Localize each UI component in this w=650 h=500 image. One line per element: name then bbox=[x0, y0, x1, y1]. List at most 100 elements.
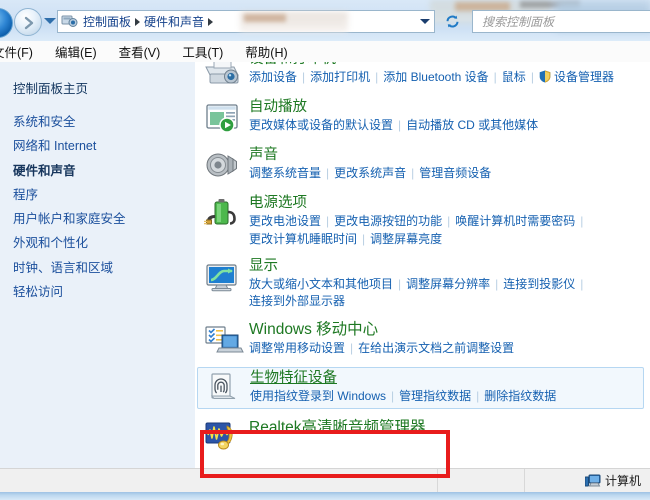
category-autoplay[interactable]: 自动播放 更改媒体或设备的默认设置 | 自动播放 CD 或其他媒体 bbox=[195, 97, 650, 137]
category-text: 生物特征设备 使用指纹登录到 Windows | 管理指纹数据 | 删除指纹数据 bbox=[250, 368, 643, 408]
link-mouse[interactable]: 鼠标 bbox=[502, 70, 526, 84]
category-text: 声音 调整系统音量 | 更改系统声音 | 管理音频设备 bbox=[249, 145, 650, 185]
link-delete-fingerprint-data[interactable]: 删除指纹数据 bbox=[484, 389, 556, 403]
category-power-options[interactable]: 电源选项 更改电池设置 | 更改电源按钮的功能 | 唤醒计算机时需要密码 | 更改计算机睡眠… bbox=[195, 193, 650, 248]
window-chrome: 控制面板 硬件和声音 搜索控制面板 bbox=[0, 0, 650, 41]
category-title[interactable]: 生物特征设备 bbox=[250, 369, 643, 387]
category-title[interactable]: 电源选项 bbox=[249, 194, 650, 212]
link-separator: | bbox=[530, 70, 534, 85]
autoplay-icon bbox=[200, 97, 246, 137]
sidebar-item-hardware-and-sound[interactable]: 硬件和声音 bbox=[13, 164, 195, 179]
category-title[interactable]: Realtek高清晰音频管理器 bbox=[249, 418, 650, 437]
category-display[interactable]: 显示 放大或缩小文本和其他项目 | 调整屏幕分辨率 | 连接到投影仪 | 连接到外部显示器 bbox=[195, 256, 650, 311]
link-adjust-screen-resolution[interactable]: 调整屏幕分辨率 bbox=[406, 277, 490, 291]
link-change-system-sounds[interactable]: 更改系统声音 bbox=[334, 166, 406, 180]
category-text: Windows 移动中心 调整常用移动设置 | 在给出演示文档之前调整设置 bbox=[249, 319, 650, 359]
link-separator: | bbox=[493, 70, 497, 85]
status-divider bbox=[437, 469, 438, 493]
category-windows-mobility-center[interactable]: Windows 移动中心 调整常用移动设置 | 在给出演示文档之前调整设置 bbox=[195, 319, 650, 359]
link-adjust-system-volume[interactable]: 调整系统音量 bbox=[249, 166, 321, 180]
control-panel-icon bbox=[61, 13, 78, 30]
breadcrumb-control-panel[interactable]: 控制面板 bbox=[80, 16, 134, 28]
link-adjust-screen-brightness[interactable]: 调整屏幕亮度 bbox=[370, 232, 442, 246]
back-button[interactable] bbox=[0, 8, 13, 38]
computer-icon bbox=[584, 474, 601, 488]
category-title[interactable]: Windows 移动中心 bbox=[249, 320, 650, 339]
link-autoplay-cd[interactable]: 自动播放 CD 或其他媒体 bbox=[406, 118, 538, 132]
status-computer-label: 计算机 bbox=[604, 474, 641, 488]
link-add-bluetooth-device[interactable]: 添加 Bluetooth 设备 bbox=[383, 70, 488, 84]
address-bar[interactable]: 控制面板 硬件和声音 bbox=[57, 10, 435, 33]
category-title[interactable]: 显示 bbox=[249, 257, 650, 275]
category-text: 显示 放大或缩小文本和其他项目 | 调整屏幕分辨率 | 连接到投影仪 | 连接到外部显示器 bbox=[249, 256, 650, 311]
link-add-printer[interactable]: 添加打印机 bbox=[310, 70, 370, 84]
category-realtek-hd-audio-manager[interactable]: Realtek高清晰音频管理器 bbox=[195, 417, 650, 457]
recent-pages-dropdown[interactable] bbox=[44, 18, 56, 24]
category-title[interactable]: 自动播放 bbox=[249, 98, 650, 116]
menu-file[interactable]: 文件(F) bbox=[0, 42, 44, 61]
category-sound[interactable]: 声音 调整系统音量 | 更改系统声音 | 管理音频设备 bbox=[195, 145, 650, 185]
sidebar-item-user-accounts[interactable]: 用户帐户和家庭安全 bbox=[13, 212, 195, 227]
link-connect-to-external-display[interactable]: 连接到外部显示器 bbox=[249, 294, 345, 308]
category-links: 使用指纹登录到 Windows | 管理指纹数据 | 删除指纹数据 bbox=[250, 388, 643, 405]
link-use-fingerprint-login[interactable]: 使用指纹登录到 Windows bbox=[250, 389, 386, 403]
refresh-button[interactable] bbox=[440, 10, 464, 33]
forward-button[interactable] bbox=[14, 8, 42, 36]
link-change-power-button[interactable]: 更改电源按钮的功能 bbox=[334, 214, 442, 228]
address-bar-overlay bbox=[244, 14, 286, 22]
link-separator: | bbox=[411, 166, 415, 181]
sidebar-item-system-and-security[interactable]: 系统和安全 bbox=[13, 115, 195, 130]
link-adjust-before-presentation[interactable]: 在给出演示文档之前调整设置 bbox=[358, 341, 514, 355]
link-make-text-bigger[interactable]: 放大或缩小文本和其他项目 bbox=[249, 277, 393, 291]
link-adjust-mobility-settings[interactable]: 调整常用移动设置 bbox=[249, 341, 345, 355]
link-separator: | bbox=[580, 277, 584, 292]
sidebar-item-control-panel-home[interactable]: 控制面板主页 bbox=[13, 78, 195, 97]
sidebar-item-programs[interactable]: 程序 bbox=[13, 188, 195, 203]
taskbar-strip bbox=[0, 492, 650, 500]
link-change-default-media-settings[interactable]: 更改媒体或设备的默认设置 bbox=[249, 118, 393, 132]
sidebar-item-network-and-internet[interactable]: 网络和 Internet bbox=[13, 139, 195, 154]
link-change-sleep-time[interactable]: 更改计算机睡眠时间 bbox=[249, 232, 357, 246]
speaker-icon bbox=[200, 145, 246, 185]
link-separator: | bbox=[350, 341, 354, 356]
link-separator: | bbox=[375, 70, 379, 85]
window-body: 控制面板主页 系统和安全 网络和 Internet 硬件和声音 程序 用户帐户和… bbox=[0, 62, 650, 468]
mobility-center-icon bbox=[200, 319, 246, 359]
category-text: 电源选项 更改电池设置 | 更改电源按钮的功能 | 唤醒计算机时需要密码 | 更改计算机睡眠… bbox=[249, 193, 650, 248]
sidebar-item-ease-of-access[interactable]: 轻松访问 bbox=[13, 285, 195, 300]
sidebar-item-clock-language-region[interactable]: 时钟、语言和区域 bbox=[13, 261, 195, 276]
category-title[interactable]: 设备和打印机 bbox=[249, 62, 650, 68]
link-separator: | bbox=[326, 166, 330, 181]
category-links: 调整系统音量 | 更改系统声音 | 管理音频设备 bbox=[249, 165, 650, 182]
breadcrumb-separator-icon[interactable] bbox=[135, 17, 141, 26]
link-device-manager[interactable]: 设备管理器 bbox=[554, 70, 614, 84]
breadcrumb-hardware-and-sound[interactable]: 硬件和声音 bbox=[141, 16, 207, 28]
link-manage-fingerprint-data[interactable]: 管理指纹数据 bbox=[399, 389, 471, 403]
category-links: 放大或缩小文本和其他项目 | 调整屏幕分辨率 | 连接到投影仪 | 连接到外部显示器 bbox=[249, 276, 650, 311]
search-input[interactable]: 搜索控制面板 bbox=[482, 13, 554, 30]
menu-view[interactable]: 查看(V) bbox=[108, 42, 172, 61]
link-add-device[interactable]: 添加设备 bbox=[249, 70, 297, 84]
link-separator: | bbox=[326, 214, 330, 229]
link-change-battery-settings[interactable]: 更改电池设置 bbox=[249, 214, 321, 228]
category-title[interactable]: 声音 bbox=[249, 146, 650, 164]
category-biometric-devices[interactable]: 生物特征设备 使用指纹登录到 Windows | 管理指纹数据 | 删除指纹数据 bbox=[197, 366, 644, 409]
fingerprint-icon bbox=[201, 368, 247, 408]
category-links: 更改电池设置 | 更改电源按钮的功能 | 唤醒计算机时需要密码 | 更改计算机睡眠时间 | 调整… bbox=[249, 213, 650, 248]
link-connect-to-projector[interactable]: 连接到投影仪 bbox=[503, 277, 575, 291]
search-box[interactable]: 搜索控制面板 bbox=[472, 10, 650, 33]
link-require-password-on-wakeup[interactable]: 唤醒计算机时需要密码 bbox=[455, 214, 575, 228]
link-separator: | bbox=[302, 70, 306, 85]
breadcrumb-separator-icon[interactable] bbox=[208, 17, 214, 26]
menu-help[interactable]: 帮助(H) bbox=[234, 42, 298, 61]
forward-arrow-icon bbox=[24, 16, 34, 30]
sidebar: 控制面板主页 系统和安全 网络和 Internet 硬件和声音 程序 用户帐户和… bbox=[0, 62, 195, 468]
category-devices-and-printers[interactable]: 设备和打印机 添加设备 | 添加打印机 | 添加 Bluetooth 设备 | 鼠标 | 设备管… bbox=[195, 62, 650, 89]
sidebar-item-appearance[interactable]: 外观和个性化 bbox=[13, 236, 195, 251]
link-manage-audio-devices[interactable]: 管理音频设备 bbox=[419, 166, 491, 180]
address-dropdown-icon[interactable] bbox=[420, 19, 430, 24]
status-bar: 计算机 bbox=[0, 468, 650, 493]
menu-edit[interactable]: 编辑(E) bbox=[44, 42, 108, 61]
link-separator: | bbox=[362, 231, 366, 246]
menu-tools[interactable]: 工具(T) bbox=[171, 42, 234, 61]
